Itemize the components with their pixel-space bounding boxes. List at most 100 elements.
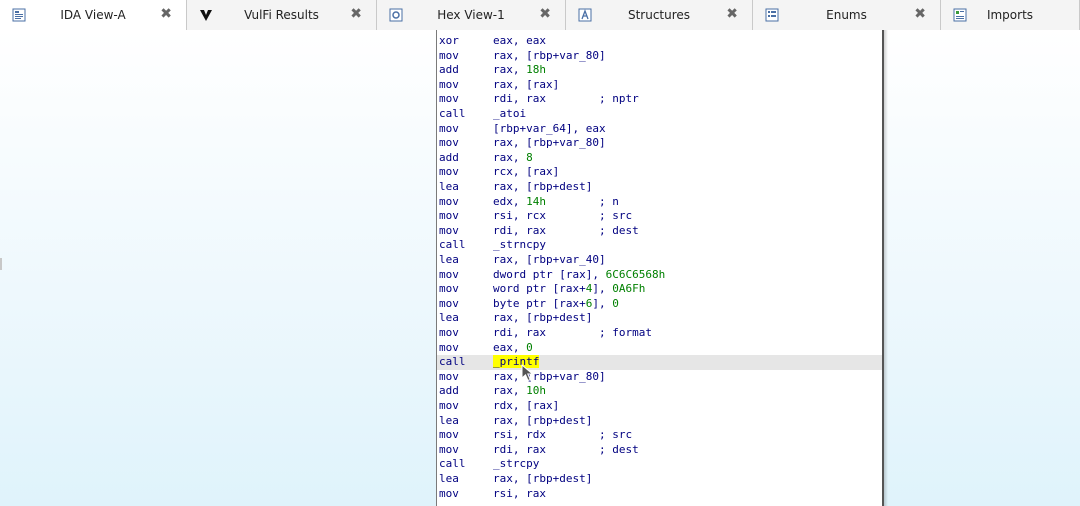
close-icon[interactable]: ✖	[160, 6, 172, 22]
asm-mnemonic: mov	[439, 486, 459, 500]
graph-background-left[interactable]	[0, 30, 436, 506]
asm-line[interactable]: mov rsi, rdx ; src	[437, 428, 882, 443]
asm-line[interactable]: mov rdi, rax ; nptr	[437, 92, 882, 107]
asm-comment: ; src	[599, 428, 633, 442]
asm-mnemonic: mov	[439, 282, 459, 296]
asm-line[interactable]: add rax, 18h	[437, 63, 882, 78]
asm-operands: byte ptr [rax+6], 0	[493, 296, 619, 310]
asm-comment: ; dest	[599, 442, 639, 456]
asm-line[interactable]: mov edx, 14h ; n	[437, 194, 882, 210]
asm-line[interactable]: mov rdx, [rax]	[437, 399, 882, 414]
asm-operands: rdi, rax	[493, 92, 546, 106]
asm-mnemonic: lea	[439, 472, 459, 485]
asm-operands: rax, [rbp+dest]	[493, 413, 593, 427]
asm-line[interactable]: mov rsi, rcx ; src	[437, 209, 882, 224]
tab-label: Hex View-1	[437, 8, 505, 22]
tab-label: Imports	[986, 8, 1034, 22]
asm-line[interactable]: lea rax, [rbp+dest]	[437, 413, 882, 429]
asm-mnemonic: mov	[439, 165, 459, 179]
tab-label: IDA View-A	[60, 8, 126, 22]
close-icon[interactable]: ✖	[350, 6, 362, 22]
asm-line[interactable]: mov rcx, [rax]	[437, 165, 882, 180]
asm-mnemonic: mov	[439, 340, 459, 354]
asm-operands: rdi, rax	[493, 326, 546, 339]
asm-mnemonic: mov	[439, 267, 459, 281]
asm-line[interactable]: mov byte ptr [rax+6], 0	[437, 296, 882, 312]
asm-line[interactable]: mov rsi, rax	[437, 486, 882, 502]
tab-vulfi-results[interactable]: VulFi Results ✖	[187, 0, 377, 30]
asm-operands: rcx, [rax]	[493, 165, 560, 179]
tab-structures[interactable]: Structures ✖	[566, 0, 753, 30]
tab-hex-view-1[interactable]: Hex View-1 ✖	[377, 0, 566, 30]
asm-operands: rax, [rax]	[493, 77, 560, 91]
asm-operands: word ptr [rax+4], 0A6Fh	[493, 282, 646, 296]
graph-node[interactable]: xor eax, eax mov rax, [rbp+var_80] add rax, 1…	[436, 30, 884, 506]
asm-operands: rax, [rbp+dest]	[493, 311, 593, 325]
tab-imports[interactable]: Imports	[941, 0, 1080, 30]
asm-line[interactable]: add rax, 10h	[437, 384, 882, 399]
asm-line[interactable]: lea rax, [rbp+dest]	[437, 472, 882, 487]
close-icon[interactable]: ✖	[539, 6, 551, 22]
tab-enums[interactable]: Enums ✖	[753, 0, 941, 30]
asm-line[interactable]: lea rax, [rbp+dest]	[437, 180, 882, 195]
asm-mnemonic: call	[439, 238, 466, 252]
asm-line[interactable]: mov rax, [rbp+var_80]	[437, 48, 882, 64]
asm-line[interactable]: add rax, 8	[437, 150, 882, 166]
asm-line[interactable]: mov rdi, rax ; format	[437, 326, 882, 341]
asm-operands: rax, [rbp+var_80]	[493, 48, 606, 62]
asm-mnemonic: add	[439, 63, 459, 77]
asm-line[interactable]: mov rdi, rax ; dest	[437, 442, 882, 458]
asm-line[interactable]: mov [rbp+var_64], eax	[437, 121, 882, 137]
asm-line[interactable]: mov eax, 0	[437, 340, 882, 356]
tab-ida-view-a[interactable]: IDA View-A ✖	[0, 0, 187, 31]
asm-mnemonic: mov	[439, 326, 459, 339]
asm-line[interactable]: mov rax, [rbp+var_80]	[437, 136, 882, 151]
asm-line[interactable]: mov rdi, rax ; dest	[437, 223, 882, 239]
close-icon[interactable]: ✖	[914, 6, 926, 22]
asm-line[interactable]: xor eax, eax	[437, 34, 882, 49]
asm-operands: rdx, [rax]	[493, 399, 560, 412]
asm-comment: ; format	[599, 326, 652, 339]
asm-operands: [rbp+var_64], eax	[493, 121, 606, 135]
asm-mnemonic: xor	[439, 34, 459, 47]
asm-operands: edx, 14h	[493, 194, 546, 208]
asm-mnemonic: mov	[439, 48, 459, 62]
asm-mnemonic: mov	[439, 223, 459, 237]
asm-line[interactable]: mov rax, [rax]	[437, 77, 882, 93]
asm-line[interactable]: mov word ptr [rax+4], 0A6Fh	[437, 282, 882, 297]
asm-operands: rax, [rbp+dest]	[493, 472, 593, 485]
asm-operands: _strncpy	[493, 238, 546, 252]
asm-mnemonic: mov	[439, 442, 459, 456]
asm-operands: rsi, rdx	[493, 428, 546, 442]
asm-operands: rax, [rbp+var_80]	[493, 136, 606, 150]
asm-line[interactable]: mov dword ptr [rax], 6C6C6568h	[437, 267, 882, 283]
asm-mnemonic: mov	[439, 121, 459, 135]
asm-comment: ; n	[599, 194, 619, 208]
asm-mnemonic: mov	[439, 194, 459, 208]
asm-mnemonic: mov	[439, 92, 459, 106]
asm-operands: rdi, rax	[493, 442, 546, 456]
asm-line[interactable]: call _atoi	[437, 107, 882, 122]
asm-line[interactable]: call _strncpy	[437, 238, 882, 253]
asm-operands: rax, 18h	[493, 63, 546, 77]
asm-line[interactable]: lea rax, [rbp+dest]	[437, 311, 882, 326]
graph-background-right[interactable]	[884, 30, 1080, 506]
asm-operands: rsi, rax	[493, 486, 546, 500]
asm-mnemonic: lea	[439, 311, 459, 325]
asm-mnemonic: mov	[439, 77, 459, 91]
graph-edge-mark	[0, 258, 2, 270]
asm-mnemonic: mov	[439, 428, 459, 442]
mouse-cursor-icon	[521, 364, 534, 382]
asm-line[interactable]: mov rax, [rbp+var_80]	[437, 369, 882, 385]
node-shadow	[884, 30, 888, 506]
asm-line[interactable]: call _strcpy	[437, 457, 882, 472]
asm-operands: rax, 8	[493, 150, 533, 164]
tab-label: VulFi Results	[244, 8, 319, 22]
asm-line[interactable]: lea rax, [rbp+var_40]	[437, 253, 882, 268]
asm-operands: rax, [rbp+dest]	[493, 180, 593, 193]
asm-mnemonic: mov	[439, 136, 459, 150]
asm-mnemonic: add	[439, 150, 459, 164]
close-icon[interactable]: ✖	[726, 6, 738, 22]
asm-mnemonic: mov	[439, 369, 459, 383]
asm-line[interactable]: call _printf	[437, 355, 882, 370]
